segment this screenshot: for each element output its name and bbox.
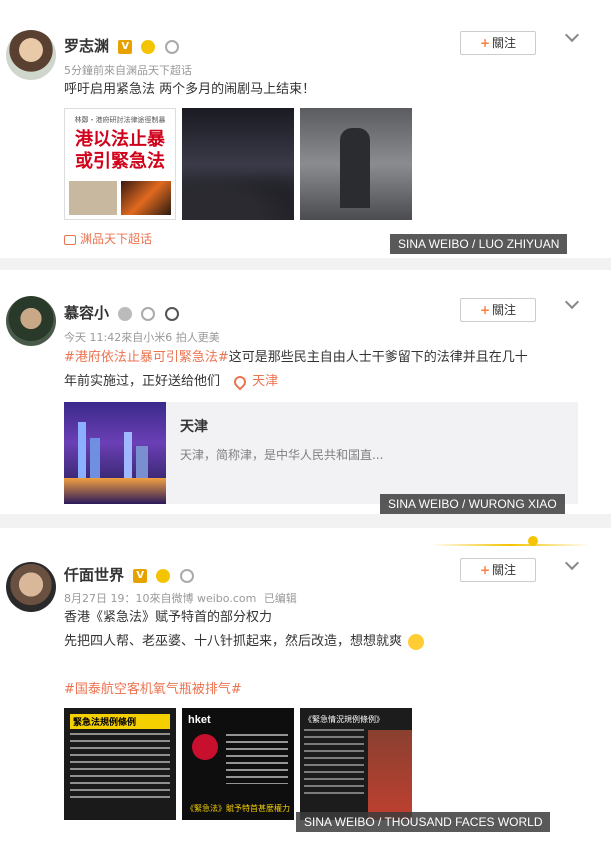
- post-text-line-1: 香港《紧急法》赋予特首的部分权力: [64, 610, 273, 625]
- post-text-line-1: #港府依法止暴可引緊急法#这可是那些民主自由人士干爹留下的法律并且在几十: [64, 346, 528, 370]
- skyline-shape: [136, 446, 148, 478]
- post-text-line-2: 先把四人帮、老巫婆、十八针抓起来，然后改造，想想就爽: [64, 630, 425, 654]
- post-image-1[interactable]: 林鄭・港府研討法律途徑制暴 港以法止暴 或引緊急法: [64, 108, 176, 220]
- post-image-3[interactable]: [300, 108, 412, 220]
- chevron-down-icon[interactable]: [564, 555, 580, 571]
- post-date: 8月27日 19：10來自微博 weibo.com: [64, 592, 257, 605]
- post-text: 先把四人帮、老巫婆、十八针抓起来，然后改造，想想就爽: [64, 634, 403, 649]
- username[interactable]: 仟面世界: [64, 566, 124, 584]
- card-description: 天津，简称津，是中华人民共和国直...: [180, 448, 384, 462]
- follow-label: 關注: [492, 563, 517, 577]
- crown-icon: [141, 39, 156, 54]
- post-text-line-2: 年前实施过，正好送给他们 天津: [64, 370, 278, 394]
- avatar[interactable]: [6, 30, 56, 80]
- location-pin-icon: [231, 373, 249, 390]
- v-badge-icon: V: [118, 39, 133, 54]
- follow-button[interactable]: + 關注: [460, 558, 536, 582]
- follow-button[interactable]: + 關注: [460, 31, 536, 55]
- plus-icon: +: [479, 303, 491, 317]
- watermark: SINA WEIBO / THOUSAND FACES WORLD: [296, 812, 551, 832]
- edited-label: 已编辑: [263, 592, 297, 605]
- username[interactable]: 慕容小: [64, 304, 109, 322]
- post-meta: 8月27日 19：10來自微博 weibo.com 已编辑: [64, 590, 297, 606]
- hashtag-link[interactable]: #国泰航空客机氧气瓶被排气#: [64, 678, 242, 702]
- v-badge-icon: V: [133, 568, 148, 583]
- card-image: [64, 402, 166, 504]
- supertopic-link[interactable]: 渊品天下超话: [64, 230, 152, 247]
- post-text: 这可是那些民主自由人士干爹留下的法律并且在几十: [228, 350, 528, 365]
- plus-icon: +: [479, 36, 491, 50]
- crown-icon: [118, 306, 133, 321]
- post-image-3[interactable]: 《緊急情況規例條例》: [300, 708, 412, 820]
- water-reflection: [64, 478, 166, 504]
- plus-icon: +: [479, 563, 491, 577]
- image-title: 《緊急情況規例條例》: [304, 715, 384, 724]
- image-photo: [368, 730, 412, 820]
- panda-icon: [164, 306, 179, 321]
- supertopic-icon: [64, 234, 76, 245]
- post-separator: [0, 258, 611, 270]
- image-photo-fire: [121, 181, 171, 215]
- image-caption: 《緊急法》賦予特首甚麼權力？: [186, 804, 290, 813]
- crown-decoration-icon: [528, 536, 538, 546]
- location-label: 天津: [252, 374, 279, 389]
- post-separator: [0, 514, 611, 528]
- follow-label: 關注: [492, 36, 517, 50]
- follow-button[interactable]: + 關注: [460, 298, 536, 322]
- skyline-shape: [78, 422, 86, 478]
- avatar[interactable]: [6, 562, 56, 612]
- watermark: SINA WEIBO / WURONG XIAO: [380, 494, 565, 514]
- post-meta: 5分鐘前來自渊品天下超话: [64, 64, 192, 77]
- figure-shape: [340, 128, 370, 208]
- image-text-lines: [226, 734, 288, 784]
- chevron-down-icon[interactable]: [564, 294, 580, 310]
- crown-icon: [156, 568, 171, 583]
- post-text: 呼吁启用紧急法 两个多月的闹剧马上结束！: [64, 82, 316, 97]
- chevron-down-icon[interactable]: [564, 27, 580, 43]
- post-meta: 今天 11:42來自小米6 拍人更美: [64, 331, 220, 344]
- image-text-lines: [304, 729, 364, 799]
- skyline-shape: [90, 438, 100, 478]
- post-image-1[interactable]: 緊急法規例條例: [64, 708, 176, 820]
- avatar[interactable]: [6, 296, 56, 346]
- grin-emoji-icon: [408, 633, 425, 650]
- post-text: 年前实施过，正好送给他们: [64, 374, 221, 389]
- supertopic-label: 渊品天下超话: [80, 232, 153, 246]
- post-3: 仟面世界 V 8月27日 19：10來自微博 weibo.com 已编辑 + 關注…: [0, 528, 611, 853]
- post-2: 慕容小 今天 11:42來自小米6 拍人更美 + 關注 #港府依法止暴可引緊急法#…: [0, 270, 611, 514]
- location-card[interactable]: 天津 天津，简称津，是中华人民共和国直...: [64, 402, 578, 504]
- crowd-shape: [182, 170, 294, 220]
- skyline-shape: [124, 432, 132, 478]
- ring-icon: [179, 568, 194, 583]
- watermark: SINA WEIBO / LUO ZHIYUAN: [390, 234, 568, 254]
- emblem-icon: [192, 734, 218, 760]
- follow-label: 關注: [492, 303, 517, 317]
- image-photo: [69, 181, 117, 215]
- username[interactable]: 罗志渊: [64, 37, 109, 55]
- location-link[interactable]: 天津: [231, 373, 279, 390]
- image-headline-2: 或引緊急法: [75, 151, 165, 172]
- banner-decoration: [430, 544, 590, 546]
- image-headline-top: 林鄭・港府研討法律途徑制暴: [74, 116, 166, 124]
- ring-icon: [164, 39, 179, 54]
- post-1: 罗志渊 V 5分鐘前來自渊品天下超话 + 關注 呼吁启用紧急法 两个多月的闹剧马上…: [0, 0, 611, 258]
- post-image-2[interactable]: hket 《緊急法》賦予特首甚麼權力？: [182, 708, 294, 820]
- ring-icon: [141, 306, 156, 321]
- image-headline-1: 港以法止暴: [75, 129, 165, 150]
- post-image-2[interactable]: [182, 108, 294, 220]
- image-title: 緊急法規例條例: [70, 714, 170, 729]
- image-text-lines: [70, 733, 170, 803]
- card-title: 天津: [180, 419, 208, 435]
- hashtag-link[interactable]: #港府依法止暴可引緊急法#: [64, 350, 229, 365]
- image-brand: hket: [188, 714, 211, 726]
